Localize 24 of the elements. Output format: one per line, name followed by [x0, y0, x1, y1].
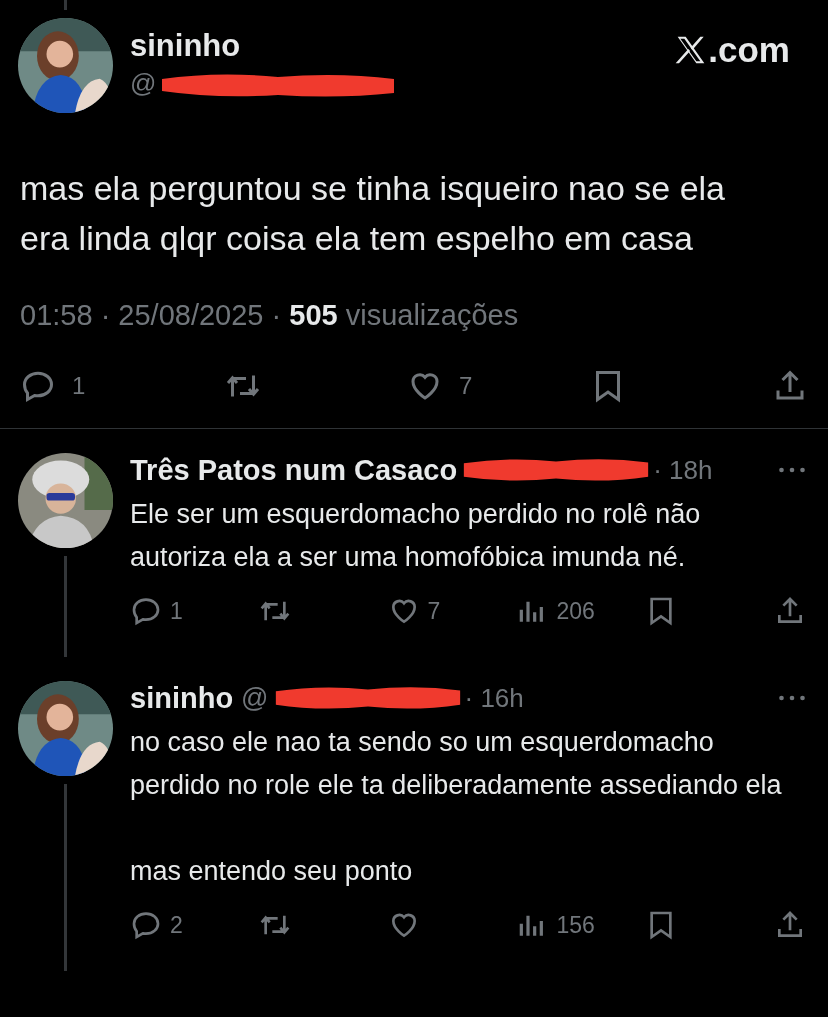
- tweet-text: mas ela perguntou se tinha isqueiro nao se ela era linda qlqr coisa ela tem espelho em casa: [20, 168, 727, 259]
- action-count: 1: [72, 372, 86, 400]
- more-icon[interactable]: [778, 693, 806, 703]
- post-age: · 16h: [464, 682, 524, 714]
- action-count: 206: [556, 597, 595, 625]
- user-name[interactable]: sininho: [130, 681, 234, 715]
- user-name[interactable]: sininho: [130, 28, 399, 64]
- action-count: 1: [170, 597, 183, 625]
- tweet-meta: 01:58 · 25/08/2025 · 505 visualizações: [20, 299, 520, 332]
- user-handle[interactable]: @: [130, 68, 157, 99]
- reply-text: mas entendo seu ponto: [130, 855, 414, 888]
- action-count: 2: [170, 911, 183, 939]
- more-icon[interactable]: [778, 465, 806, 475]
- reply-text: no caso ele nao ta sendo so um esquerdomacho perdido no role ele ta deliberadamente assediando ela: [130, 726, 783, 802]
- reply-icon[interactable]: [130, 909, 162, 941]
- action-count: 7: [459, 372, 473, 400]
- reply-text: Ele ser um esquerdomacho perdido no rolê não autoriza ela a ser uma homofóbica imunda né.: [130, 498, 702, 574]
- user-name[interactable]: Três Patos num Casaco: [130, 453, 458, 487]
- reply-icon[interactable]: [130, 595, 162, 627]
- brand-text: .com: [708, 30, 790, 70]
- action-count: 7: [427, 597, 441, 625]
- user-handle[interactable]: @: [241, 682, 269, 714]
- action-count: 156: [556, 911, 595, 939]
- post-age: · 18h: [653, 454, 713, 486]
